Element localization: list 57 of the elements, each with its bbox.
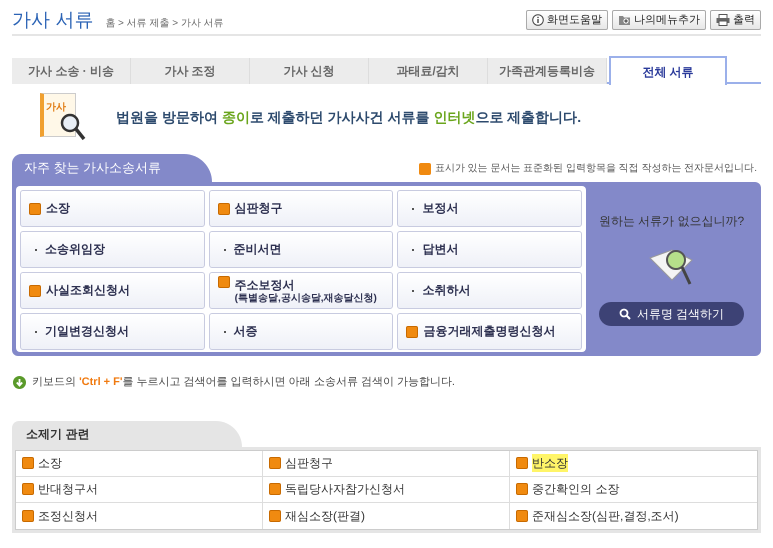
e-document-icon bbox=[516, 510, 528, 522]
tab[interactable]: 가족관계등록비송 bbox=[488, 58, 607, 84]
document-link[interactable]: 준비서면 bbox=[208, 231, 394, 268]
document-link[interactable]: 소취하서 bbox=[397, 272, 582, 309]
document-link[interactable]: 준재심소장(심판,결정,조서) bbox=[532, 506, 679, 524]
e-document-icon bbox=[29, 202, 41, 214]
banner-text: 법원을 방문하여 종이로 제출하던 가사사건 서류를 인터넷으로 제출합니다. bbox=[116, 108, 582, 126]
e-document-icon bbox=[516, 457, 528, 469]
document-link[interactable]: 중간확인의 소장 bbox=[532, 480, 620, 498]
header-button[interactable]: 나의메뉴추가 bbox=[612, 10, 706, 30]
document-link[interactable]: 반소장 bbox=[532, 454, 568, 472]
e-document-icon bbox=[22, 510, 34, 522]
e-document-icon bbox=[269, 510, 281, 522]
document-link[interactable]: 소장 bbox=[20, 190, 205, 227]
header-button[interactable]: 화면도움말 bbox=[526, 10, 608, 30]
tab[interactable]: 전체 서류 bbox=[609, 56, 727, 85]
info-icon bbox=[532, 14, 544, 26]
document-link[interactable]: 기일변경신청서 bbox=[20, 313, 205, 350]
e-document-icon bbox=[22, 457, 34, 469]
search-button[interactable]: 서류명 검색하기 bbox=[598, 302, 744, 326]
document-link[interactable]: 조정신청서 bbox=[38, 506, 98, 524]
document-link[interactable]: 독립당사자참가신청서 bbox=[285, 480, 405, 498]
folder-plus-icon bbox=[618, 14, 631, 26]
e-document-icon bbox=[29, 284, 41, 296]
printer-icon bbox=[716, 14, 730, 26]
document-link[interactable]: 사실조회신청서 bbox=[20, 272, 205, 309]
document-link[interactable]: 금융거래제출명령신청서 bbox=[397, 313, 582, 350]
down-arrow-icon bbox=[13, 376, 26, 389]
breadcrumb: 홈 > 서류 제출 > 가사 서류 bbox=[105, 19, 224, 30]
e-document-icon bbox=[418, 162, 431, 174]
tab[interactable]: 가사 조정 bbox=[131, 58, 250, 84]
document-link[interactable]: 반대청구서 bbox=[38, 480, 98, 498]
e-document-icon bbox=[406, 326, 418, 338]
tab[interactable]: 과태료/감치 bbox=[369, 58, 488, 84]
page-title: 가사 서류 bbox=[12, 11, 94, 30]
tab[interactable]: 가사 소송 · 비송 bbox=[12, 58, 131, 84]
document-link[interactable]: 심판청구 bbox=[208, 190, 394, 227]
e-document-icon bbox=[269, 457, 281, 469]
document-link[interactable]: 보정서 bbox=[397, 190, 582, 227]
e-document-icon bbox=[22, 483, 34, 495]
document-link[interactable]: 소장 bbox=[38, 454, 62, 472]
legend-text: 표시가 있는 문서는 표준화된 입력항목을 직접 작성하는 전자문서입니다. bbox=[434, 162, 757, 176]
document-link[interactable]: 재심소장(판결) bbox=[285, 506, 365, 524]
document-link[interactable]: 서증 bbox=[208, 313, 394, 350]
e-document-icon bbox=[218, 202, 230, 214]
search-icon bbox=[618, 308, 631, 320]
e-document-icon bbox=[269, 483, 281, 495]
question-text: 원하는 서류가 없으십니까? bbox=[598, 213, 744, 230]
e-document-icon bbox=[516, 483, 528, 495]
document-link[interactable]: 심판청구 bbox=[285, 454, 333, 472]
header-button[interactable]: 출력 bbox=[710, 10, 761, 30]
document-link[interactable]: 주소보정서 (특별송달,공시송달,재송달신청) bbox=[208, 272, 394, 309]
document-link[interactable]: 소송위임장 bbox=[20, 231, 205, 268]
tab[interactable]: 가사 신청 bbox=[250, 58, 369, 84]
document-link[interactable]: 답변서 bbox=[397, 231, 582, 268]
e-document-icon bbox=[218, 276, 230, 288]
hint-text: 키보드의 'Ctrl + F'를 누르시고 검색어를 입력하시면 아래 소송서류 검색이 가능합니다. bbox=[32, 375, 455, 390]
